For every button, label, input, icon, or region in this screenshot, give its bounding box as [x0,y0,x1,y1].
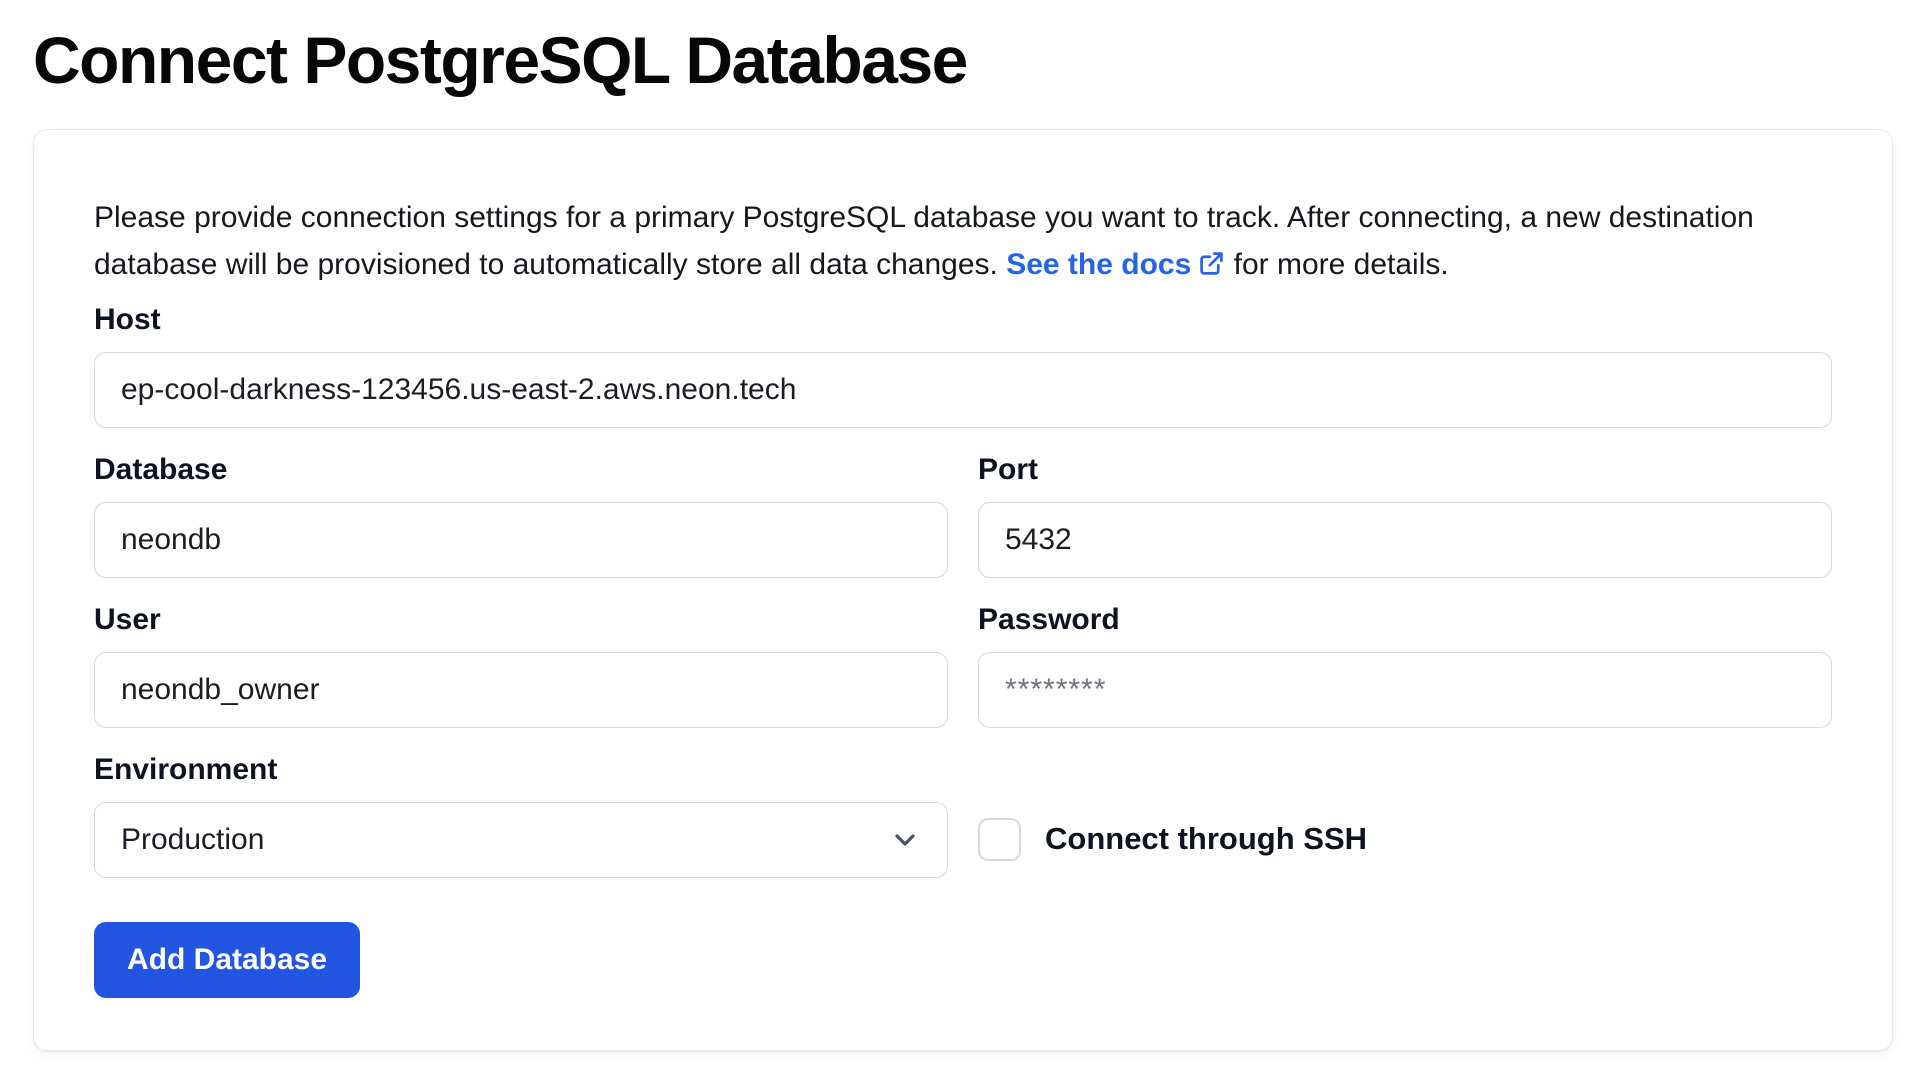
host-label: Host [94,302,1832,338]
add-database-button[interactable]: Add Database [94,922,360,998]
intro-text-after-link: for more details. [1225,248,1448,281]
connection-form-card: Please provide connection settings for a… [33,129,1893,1051]
ssh-checkbox[interactable] [978,818,1021,861]
database-field-group: Database [94,428,948,578]
ssh-option-row: Connect through SSH [978,818,1832,861]
user-label: User [94,602,948,638]
page-title: Connect PostgreSQL Database [33,24,1893,97]
external-link-icon [1198,244,1225,271]
database-label: Database [94,452,948,488]
environment-label: Environment [94,752,948,788]
database-input[interactable] [94,502,948,578]
host-input[interactable] [94,352,1832,428]
intro-text: Please provide connection settings for a… [94,194,1832,288]
page: Connect PostgreSQL Database Please provi… [0,0,1920,1051]
port-input[interactable] [978,502,1832,578]
see-the-docs-link[interactable]: See the docs [1006,248,1225,281]
environment-select[interactable]: Production [94,802,948,878]
user-input[interactable] [94,652,948,728]
port-field-group: Port [978,428,1832,578]
see-the-docs-label: See the docs [1006,248,1191,281]
password-input[interactable] [978,652,1832,728]
environment-selected-value: Production [121,823,264,857]
chevron-down-icon [889,824,921,856]
intro-text-before-link: Please provide connection settings for a… [94,201,1754,281]
port-label: Port [978,452,1832,488]
environment-field-group: Environment Production [94,728,948,878]
password-label: Password [978,602,1832,638]
user-field-group: User [94,578,948,728]
ssh-checkbox-label[interactable]: Connect through SSH [1045,821,1367,857]
password-field-group: Password [978,578,1832,728]
